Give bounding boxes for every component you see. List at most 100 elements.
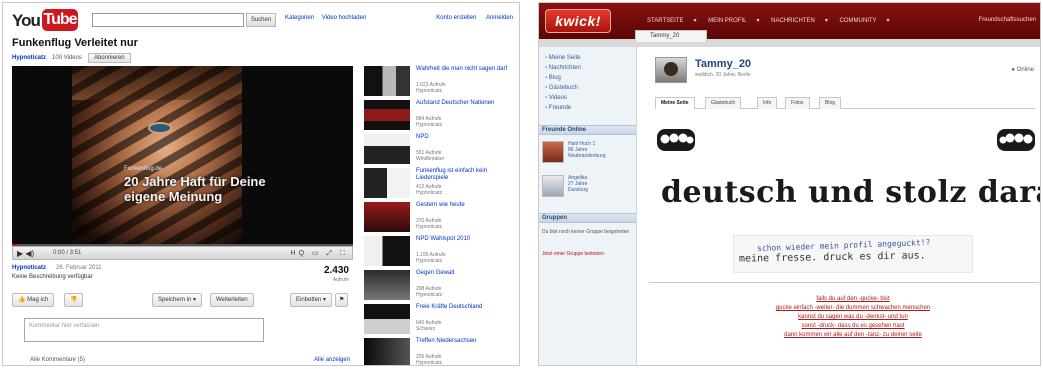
search-input[interactable] <box>92 13 244 27</box>
thumbnail-image <box>364 66 410 96</box>
thumbnail-image <box>364 236 410 266</box>
channel-video-count: 100 Videos <box>52 55 82 61</box>
related-video-title[interactable]: Gegen Gewalt <box>416 270 512 277</box>
related-video-item[interactable]: NPD 551 Aufrufe Windbreaker <box>364 134 514 166</box>
profile-tab[interactable]: Tammy_20 <box>635 30 707 42</box>
nav-profile[interactable]: MEIN PROFIL <box>708 18 746 24</box>
link-create-account[interactable]: Konto erstellen <box>436 15 476 21</box>
channel-name[interactable]: Hypnoticatz <box>12 55 46 61</box>
related-video-item[interactable]: Funkenflug ist einfach kein Liederspiele… <box>364 168 514 200</box>
video-thumbnail[interactable] <box>364 338 410 365</box>
online-status-label: Online <box>1016 67 1034 73</box>
flag-button[interactable]: ⚑ <box>335 293 349 307</box>
video-thumbnail[interactable] <box>364 202 410 232</box>
link-sign-in[interactable]: Anmelden <box>486 15 513 21</box>
tab-photos[interactable]: Fotos <box>785 97 810 109</box>
related-video-title[interactable]: Aufstand Deutscher Nationen <box>416 100 512 107</box>
logo-tube: Tube <box>42 9 78 31</box>
join-group-link[interactable]: Jetzt einer Gruppe beitreten <box>542 251 632 257</box>
dislike-button[interactable]: 👎 <box>64 293 84 307</box>
related-video-item[interactable]: Wahrheit die man nicht sagen darf 1.023 A… <box>364 66 514 98</box>
channel-row: Hypnoticatz 100 Videos Abonnieren <box>12 53 131 63</box>
video-thumbnail[interactable] <box>364 270 410 300</box>
main-nav: STARTSEITE ▾ MEIN PROFIL ▾ NACHRICHTEN ▾ CO… <box>647 18 890 24</box>
video-thumbnail[interactable] <box>364 100 410 130</box>
related-video-title[interactable]: Gestern wie heute <box>416 202 512 209</box>
sidebar-item-my-page[interactable]: Meine Seite <box>545 53 581 63</box>
video-thumbnail[interactable] <box>364 236 410 266</box>
video-thumbnail[interactable] <box>364 168 410 198</box>
play-icon[interactable]: ▶ ◀) <box>17 249 34 258</box>
related-video-item[interactable]: Gegen Gewalt 298 Aufrufe Hypnoticatz <box>364 270 514 302</box>
subscribe-button[interactable]: Abonnieren <box>87 53 131 63</box>
nav-friend-search[interactable]: Freundschaftssuchen <box>979 17 1036 23</box>
account-links: Konto erstellen Anmelden <box>428 15 513 21</box>
tab-guestbook[interactable]: Gästebuch <box>705 97 742 109</box>
link-upload[interactable]: Video hochladen <box>322 15 367 21</box>
view-count: 2.430 <box>323 265 349 276</box>
action-row: 👍 Mag ich 👎 Speichern in ▾ Weiterleiten … <box>12 293 353 309</box>
related-video-item[interactable]: Treffen Niedersachsen 205 Aufrufe Hypnoti… <box>364 338 514 365</box>
social-profile-screenshot: kwick! STARTSEITE ▾ MEIN PROFIL ▾ NACHRICH… <box>538 2 1041 366</box>
sidebar-item-blog[interactable]: Blog <box>545 73 581 83</box>
video-thumbnail[interactable] <box>364 66 410 96</box>
related-video-title[interactable]: NPD <box>416 134 512 141</box>
tab-info[interactable]: Info <box>757 97 778 109</box>
tab-my-page[interactable]: Meine Seite <box>655 97 695 109</box>
thumbnail-image <box>364 134 410 164</box>
related-video-title[interactable]: Wahrheit die man nicht sagen darf <box>416 66 512 73</box>
sidebar: Meine Seite Nachrichten Blog Gästebuch V… <box>539 47 637 365</box>
profile-banner-text: deutsch und stolz darauf <box>661 175 1040 210</box>
embed-label: Einbetten <box>296 297 322 303</box>
related-video-title[interactable]: NPD Wahlspot 2010 <box>416 236 512 243</box>
meta-channel[interactable]: Hypnoticatz <box>12 265 46 271</box>
video-player[interactable]: Funkenflug.de 20 Jahre Haft für Deine ei… <box>12 66 353 246</box>
related-video-item[interactable]: Aufstand Deutscher Nationen 884 Aufrufe H… <box>364 100 514 132</box>
player-controls: ▶ ◀) 0:00 / 3:51 HQ ▭ ⤢ ⛶ <box>12 246 353 260</box>
view-count-label: Aufrufe <box>332 277 349 283</box>
related-video-title[interactable]: Freie Kräfte Deutschland <box>416 304 512 311</box>
friend-item[interactable]: Angelika 27 Jahre Duisburg <box>542 175 634 203</box>
video-thumbnail[interactable] <box>364 304 410 334</box>
embed-button[interactable]: Einbetten ▾ <box>290 293 333 307</box>
video-title: Funkenflug Verleitet nur <box>12 37 138 49</box>
show-all-comments-link[interactable]: Alle anzeigen <box>314 357 350 363</box>
footer-line: kannst du sagen was du -denkst- und tun <box>798 314 908 320</box>
thumb-down-icon: 👎 <box>70 297 78 303</box>
related-video-meta: 370 Aufrufe Hypnoticatz <box>416 218 443 230</box>
friend-item[interactable]: Haiti Hoch 1 86 Jahre Neubrandenburg <box>542 141 634 169</box>
sidebar-item-guestbook[interactable]: Gästebuch <box>545 83 581 93</box>
nav-home[interactable]: STARTSEITE <box>647 18 683 24</box>
comment-input[interactable]: Kommentar hier verfassen <box>24 318 264 342</box>
shadow-stripes <box>72 66 242 246</box>
save-button[interactable]: Speichern in ▾ <box>152 293 203 307</box>
sidebar-item-videos[interactable]: Videos <box>545 93 581 103</box>
site-logo[interactable]: You Tube <box>12 9 78 31</box>
share-button[interactable]: Weiterleiten <box>210 293 254 307</box>
link-categories[interactable]: Kategorien <box>285 15 314 21</box>
related-video-item[interactable]: Gestern wie heute 370 Aufrufe Hypnoticatz <box>364 202 514 234</box>
tab-blog[interactable]: Blog <box>819 97 842 109</box>
logo-you: You <box>12 11 41 30</box>
thumbnail-image <box>364 168 410 198</box>
site-logo[interactable]: kwick! <box>545 9 611 33</box>
nav-community[interactable]: COMMUNITY <box>840 18 877 24</box>
eye-shape <box>150 124 170 132</box>
footer-line: dann kommen wir alle auf den -tanz- zu d… <box>784 332 922 338</box>
related-video-title[interactable]: Funkenflug ist einfach kein Liederspiele <box>416 168 512 182</box>
avatar[interactable] <box>655 57 687 83</box>
avatar <box>542 175 564 197</box>
video-thumbnail[interactable] <box>364 134 410 164</box>
related-video-title[interactable]: Treffen Niedersachsen <box>416 338 512 345</box>
sidebar-item-friends[interactable]: Freunde <box>545 103 581 113</box>
related-video-item[interactable]: NPD Wahlspot 2010 1.155 Aufrufe Hypnotica… <box>364 236 514 268</box>
top-links: Kategorien Video hochladen <box>285 15 372 21</box>
like-button[interactable]: 👍 Mag ich <box>12 293 55 307</box>
search-button[interactable]: Suchen <box>246 13 276 27</box>
related-video-item[interactable]: Freie Kräfte Deutschland 640 Aufrufe Schw… <box>364 304 514 336</box>
sidebar-item-messages[interactable]: Nachrichten <box>545 63 581 73</box>
fullscreen-icon[interactable]: HQ ▭ ⤢ ⛶ <box>291 249 348 258</box>
related-video-meta: 1.155 Aufrufe Hypnoticatz <box>416 252 446 264</box>
thumbnail-image <box>364 338 410 365</box>
nav-messages[interactable]: NACHRICHTEN <box>771 18 815 24</box>
